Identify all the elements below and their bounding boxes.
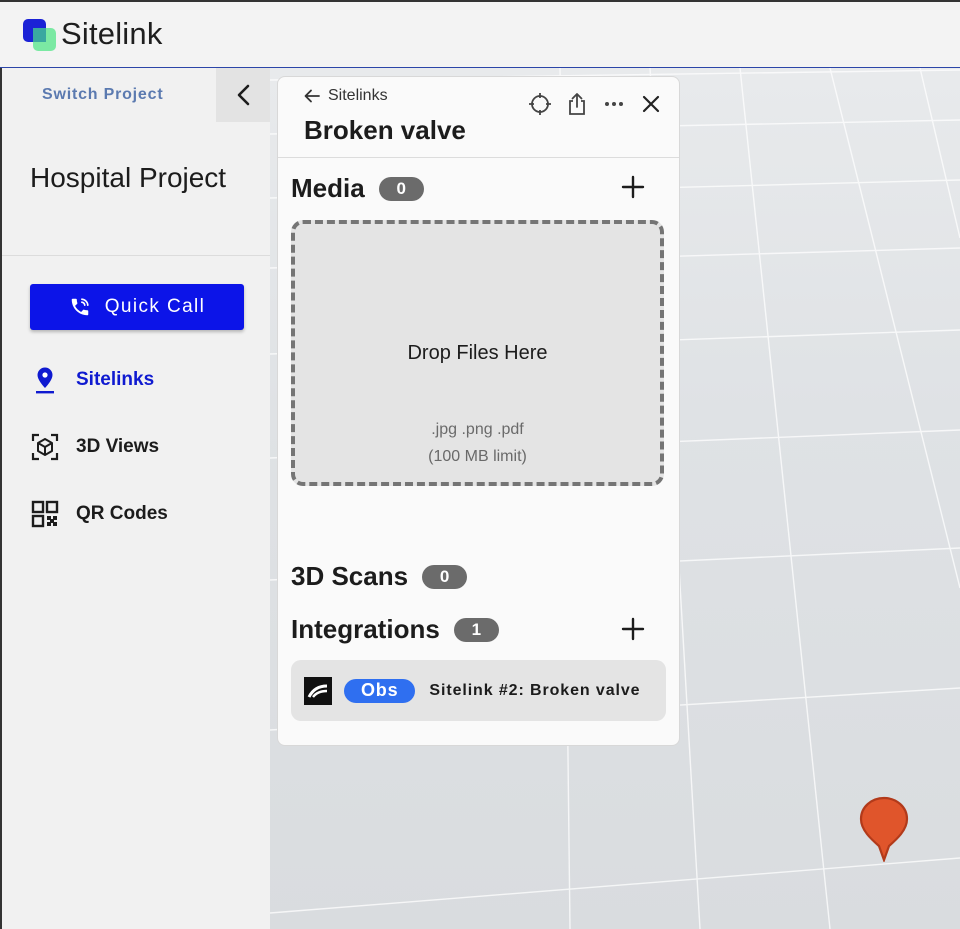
qr-code-icon	[30, 499, 60, 529]
chevron-left-icon	[237, 84, 250, 106]
add-media-button[interactable]	[620, 174, 646, 200]
divider	[2, 255, 272, 256]
crosshair-icon	[529, 93, 551, 115]
sidebar-item-label: 3D Views	[76, 436, 160, 457]
panel-actions	[528, 91, 663, 117]
integration-logo-icon	[304, 676, 332, 705]
back-link-label: Sitelinks	[328, 87, 388, 104]
sidebar-item-label: Sitelinks	[76, 369, 155, 390]
locate-button[interactable]	[528, 91, 552, 117]
dropzone-text: Drop Files Here	[407, 342, 548, 364]
collapse-sidebar-button[interactable]	[216, 68, 272, 122]
sitelink-logo-icon	[23, 19, 56, 51]
phone-call-icon	[71, 298, 89, 316]
sidebar: Switch Project Hospital Project Quick Ca…	[0, 68, 272, 929]
sitelink-pin-icon[interactable]	[858, 796, 910, 862]
file-dropzone[interactable]: Drop Files Here .jpg .png .pdf (100 MB l…	[291, 220, 664, 486]
close-icon	[642, 95, 660, 113]
close-button[interactable]	[639, 91, 663, 117]
sitelink-detail-panel: Sitelinks Broken valve Media 0 Drop File…	[277, 76, 680, 746]
project-name: Hospital Project	[30, 162, 227, 193]
media-title: Media	[291, 173, 365, 203]
3d-cube-icon	[30, 432, 60, 462]
scans-count-badge: 0	[422, 564, 468, 589]
share-icon	[569, 93, 585, 115]
dropzone-size-limit: (100 MB limit)	[428, 448, 527, 465]
media-section-title: Media 0	[291, 173, 424, 204]
divider	[278, 157, 679, 158]
more-icon	[605, 102, 623, 106]
app-name: Sitelink	[61, 16, 163, 51]
back-to-sitelinks-link[interactable]: Sitelinks	[304, 87, 388, 105]
switch-project-link[interactable]: Switch Project	[42, 86, 163, 104]
sidebar-item-3d-views[interactable]: 3D Views	[30, 432, 159, 462]
add-integration-button[interactable]	[620, 616, 646, 642]
scans-title: 3D Scans	[291, 561, 409, 591]
more-options-button[interactable]	[602, 91, 626, 117]
media-count-badge: 0	[378, 176, 424, 201]
panel-title: Broken valve	[304, 115, 466, 145]
integrations-title: Integrations	[291, 614, 440, 644]
sidebar-item-qr-codes[interactable]: QR Codes	[30, 499, 168, 529]
integrations-section-title: Integrations 1	[291, 614, 499, 645]
location-pin-icon	[30, 365, 60, 395]
sidebar-item-label: QR Codes	[76, 503, 168, 524]
integration-item[interactable]: Obs Sitelink #2: Broken valve	[291, 660, 666, 721]
integrations-count-badge: 1	[453, 617, 499, 642]
integration-label: Sitelink #2: Broken valve	[429, 681, 641, 699]
top-bar: Sitelink	[0, 0, 960, 68]
arrow-left-icon	[304, 89, 320, 103]
quick-call-button[interactable]: Quick Call	[30, 284, 244, 330]
share-button[interactable]	[565, 91, 589, 117]
observation-tag: Obs	[344, 678, 416, 703]
scans-section-title: 3D Scans 0	[291, 561, 468, 592]
dropzone-file-types: .jpg .png .pdf	[431, 421, 524, 438]
sidebar-item-sitelinks[interactable]: Sitelinks	[30, 365, 154, 395]
quick-call-label: Quick Call	[104, 296, 206, 317]
